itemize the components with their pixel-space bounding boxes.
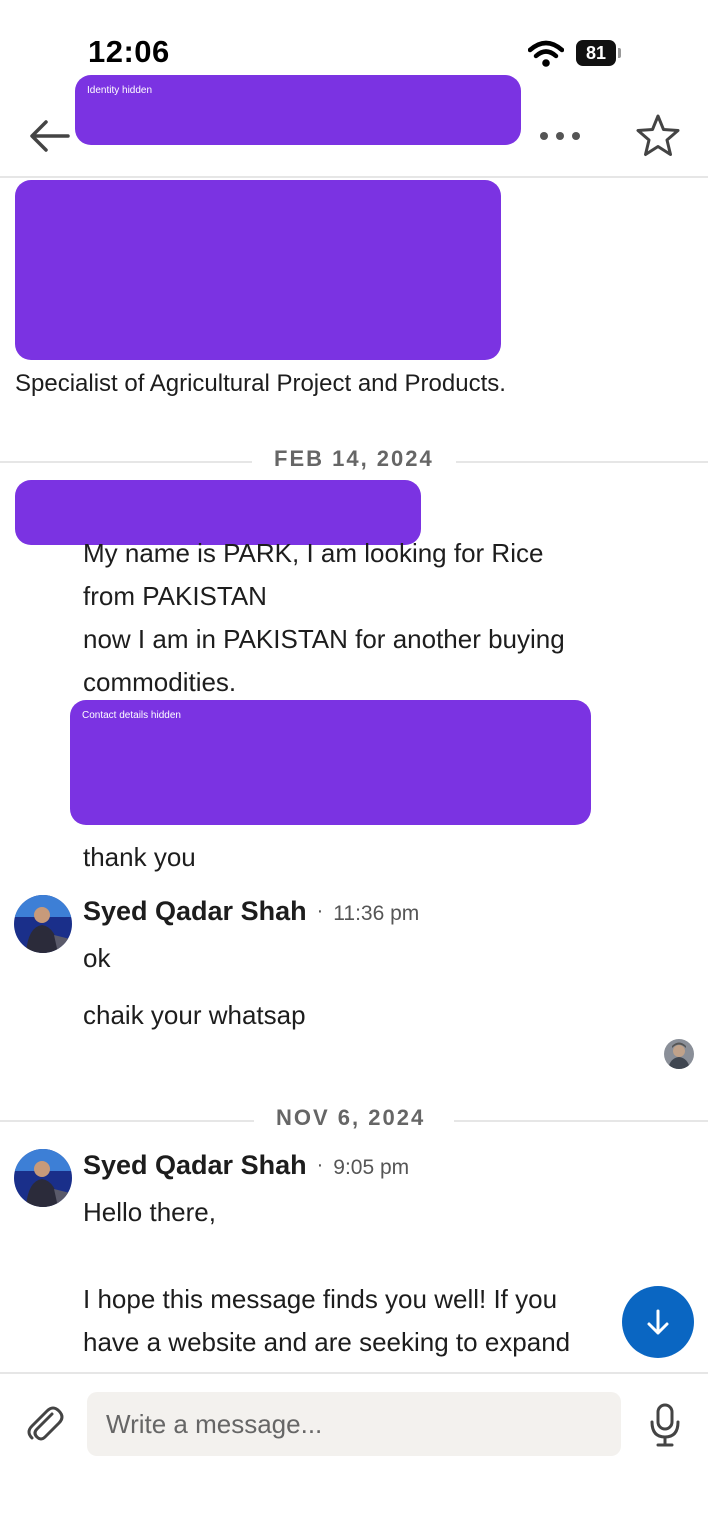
star-button[interactable] bbox=[632, 110, 684, 162]
message-line: from PAKISTAN bbox=[83, 581, 267, 611]
message-time: 11:36 pm bbox=[333, 902, 420, 925]
message-text: ok bbox=[83, 943, 111, 973]
avatar[interactable] bbox=[14, 895, 72, 953]
back-button[interactable] bbox=[24, 110, 76, 162]
more-options-button[interactable] bbox=[536, 120, 584, 152]
separator-dot: · bbox=[316, 1154, 324, 1176]
message-header: Syed Qadar Shah · 9:05 pm bbox=[83, 1150, 409, 1181]
battery-level: 81 bbox=[585, 43, 607, 63]
message-line: have a website and are seeking to expand bbox=[83, 1327, 571, 1357]
message-line: My name is PARK, I am looking for Rice bbox=[83, 538, 544, 568]
header-divider bbox=[0, 176, 708, 178]
read-receipt-avatar bbox=[664, 1039, 694, 1069]
message-line: commodities. bbox=[83, 667, 237, 697]
message-header: Syed Qadar Shah · 11:36 pm bbox=[83, 896, 419, 927]
voice-message-button[interactable] bbox=[648, 1402, 682, 1448]
date-divider: NOV 6, 2024 bbox=[0, 1103, 708, 1137]
more-horizontal-icon bbox=[540, 132, 580, 140]
arrow-left-icon bbox=[30, 120, 70, 152]
microphone-icon bbox=[650, 1403, 680, 1447]
date-divider: FEB 14, 2024 bbox=[0, 444, 708, 478]
message-input[interactable] bbox=[87, 1392, 621, 1456]
composer-divider bbox=[0, 1372, 708, 1374]
redacted-contact-details: Contact details hidden bbox=[70, 700, 591, 825]
redacted-contact-name: Identity hidden bbox=[75, 75, 521, 145]
star-outline-icon bbox=[636, 114, 680, 156]
redacted-profile-card bbox=[15, 180, 501, 360]
message-text: chaik your whatsap bbox=[83, 1000, 306, 1030]
message-time: 9:05 pm bbox=[333, 1156, 410, 1179]
message-line: thank you bbox=[83, 842, 196, 872]
message-line: Hello there, bbox=[83, 1197, 216, 1227]
sender-name[interactable]: Syed Qadar Shah bbox=[83, 896, 307, 926]
redaction-label: Contact details hidden bbox=[82, 710, 181, 721]
paperclip-icon bbox=[27, 1406, 64, 1441]
separator-dot: · bbox=[316, 900, 324, 922]
message-line: now I am in PAKISTAN for another buying bbox=[83, 624, 565, 654]
date-label: NOV 6, 2024 bbox=[276, 1105, 426, 1130]
battery-indicator: 81 bbox=[576, 40, 622, 66]
message-line: I hope this message finds you well! If y… bbox=[83, 1284, 558, 1314]
avatar[interactable] bbox=[14, 1149, 72, 1207]
arrow-down-icon bbox=[647, 1309, 669, 1335]
sender-name[interactable]: Syed Qadar Shah bbox=[83, 1150, 307, 1180]
redaction-label: Identity hidden bbox=[87, 85, 153, 96]
attach-button[interactable] bbox=[22, 1402, 66, 1446]
status-time: 12:06 bbox=[88, 34, 170, 69]
wifi-icon bbox=[527, 40, 565, 73]
scroll-to-latest-button[interactable] bbox=[622, 1286, 694, 1358]
profile-headline: Specialist of Agricultural Project and P… bbox=[15, 370, 506, 397]
date-label: FEB 14, 2024 bbox=[274, 446, 434, 471]
